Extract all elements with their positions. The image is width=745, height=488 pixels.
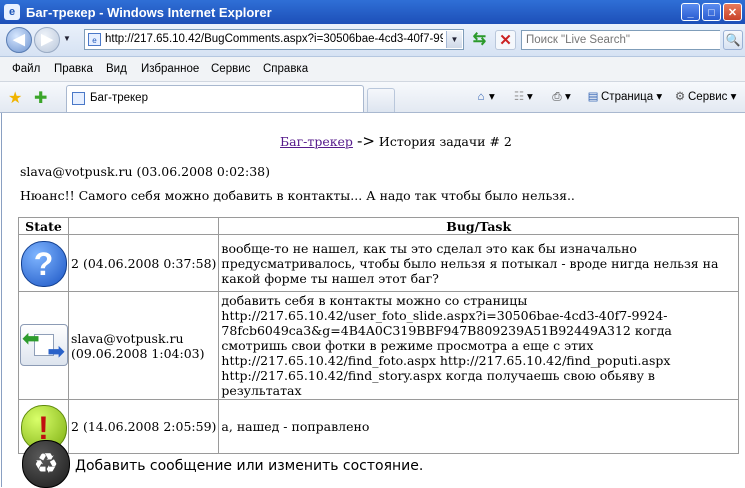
row-date: (14.06.2008 2:05:59) — [82, 419, 217, 434]
search-input[interactable] — [522, 31, 720, 49]
state-cell: ? — [18, 234, 69, 292]
recent-pages-dropdown-icon[interactable]: ▼ — [63, 34, 71, 43]
row-date: (09.06.2008 1:04:03) — [71, 345, 205, 361]
breadcrumb-link[interactable]: Баг-трекер — [280, 134, 353, 149]
breadcrumb-current: История задачи # 2 — [378, 134, 512, 149]
refresh-icon[interactable]: ⇆ — [469, 30, 490, 50]
tab-label: Баг-трекер — [90, 92, 148, 104]
comment-cell: вообще-то не нашел, как ты это сделал эт… — [218, 234, 739, 292]
home-button[interactable]: ⌂ ▾ — [473, 89, 495, 103]
page-menu-icon: ▤ — [587, 91, 599, 103]
state-cell: ⬅ ➡ — [18, 291, 69, 400]
feeds-button[interactable]: ☷ ▾ — [511, 89, 533, 103]
breadcrumb-arrow: -> — [356, 132, 375, 150]
navigation-bar: ◀ ▶ ▼ e http://217.65.10.42/BugComments.… — [0, 24, 745, 57]
comment-cell: добавить себя в контакты можно со страни… — [218, 291, 739, 400]
page-menu-button[interactable]: ▤ Страница ▾ — [585, 89, 663, 103]
menu-bar: Файл Правка Вид Избранное Сервис Справка — [0, 57, 745, 82]
column-header-state: State — [18, 217, 69, 235]
task-author-line: slava@votpusk.ru (03.06.2008 0:02:38) — [20, 164, 270, 179]
minimize-button[interactable]: _ — [681, 3, 700, 21]
table-row: ! 2 (14.06.2008 2:05:59) а, нашед - попр… — [18, 399, 739, 454]
column-header-author — [67, 217, 220, 235]
menu-help[interactable]: Справка — [263, 63, 308, 75]
maximize-button[interactable]: □ — [702, 3, 721, 21]
address-input[interactable]: http://217.65.10.42/BugComments.aspx?i=3… — [105, 33, 443, 45]
stop-icon[interactable]: ✕ — [495, 30, 516, 50]
back-button[interactable]: ◀ — [6, 27, 32, 53]
table-row: ⬅ ➡ slava@votpusk.ru (09.06.2008 1:04:03) … — [18, 291, 739, 400]
row-date: (04.06.2008 0:37:58) — [82, 255, 217, 271]
search-icon[interactable]: 🔍 — [723, 30, 743, 50]
menu-edit[interactable]: Правка — [54, 63, 93, 75]
transfer-icon: ⬅ ➡ — [19, 324, 68, 366]
close-button[interactable]: ✕ — [723, 3, 742, 21]
menu-view[interactable]: Вид — [106, 63, 127, 75]
table-row: ? 2 (04.06.2008 0:37:58) вообще-то не на… — [18, 234, 739, 292]
window-title: Баг-трекер - Windows Internet Explorer — [26, 5, 272, 20]
menu-favorites[interactable]: Избранное — [141, 63, 199, 75]
address-dropdown-icon[interactable]: ▼ — [446, 31, 462, 48]
breadcrumb: Баг-трекер -> История задачи # 2 — [280, 132, 512, 150]
tab-bug-tracker[interactable]: Баг-трекер — [66, 85, 364, 112]
question-icon: ? — [20, 241, 67, 287]
print-button[interactable]: ⎙ ▾ — [549, 89, 570, 104]
printer-icon: ⎙ — [552, 91, 562, 103]
recycle-icon[interactable]: ♻ — [22, 440, 70, 488]
forward-button[interactable]: ▶ — [34, 27, 60, 53]
page-content: Баг-трекер -> История задачи # 2 slava@vot… — [1, 113, 745, 488]
task-author: slava@votpusk.ru — [20, 164, 133, 179]
row-author: 2 — [71, 419, 79, 434]
add-favorite-icon[interactable]: ✚ — [34, 88, 47, 108]
new-tab-button[interactable] — [367, 88, 395, 112]
add-comment-link[interactable]: Добавить сообщение или изменить состояни… — [75, 458, 423, 474]
comment-cell: а, нашед - поправлено — [218, 399, 739, 454]
author-cell: 2 (04.06.2008 0:37:58) — [67, 234, 220, 292]
menu-file[interactable]: Файл — [12, 63, 40, 75]
search-box[interactable] — [521, 30, 720, 50]
tab-bar: ★ ✚ Баг-трекер ⌂ ▾ ☷ ▾ ⎙ ▾ ▤ Страница ▾ ⚙ Сер… — [0, 82, 745, 113]
page-icon: e — [88, 33, 101, 46]
tools-menu-button[interactable]: ⚙ Сервис ▾ — [672, 89, 737, 103]
tab-page-icon — [72, 92, 85, 105]
favorites-star-icon[interactable]: ★ — [8, 88, 22, 108]
history-table: State Bug/Task ? 2 (04.06.2008 0:37:58) … — [18, 217, 739, 454]
gear-icon: ⚙ — [674, 91, 686, 103]
feed-icon: ☷ — [513, 91, 525, 103]
task-description: Нюанс!! Самого себя можно добавить в кон… — [20, 188, 575, 203]
author-cell: slava@votpusk.ru (09.06.2008 1:04:03) — [67, 291, 220, 400]
page-menu-label: Страница — [601, 91, 654, 103]
row-author: 2 — [71, 255, 79, 271]
menu-tools[interactable]: Сервис — [211, 63, 250, 75]
author-cell: 2 (14.06.2008 2:05:59) — [67, 399, 220, 454]
table-header-row: State Bug/Task — [18, 217, 739, 235]
home-icon: ⌂ — [477, 91, 485, 103]
address-bar[interactable]: e http://217.65.10.42/BugComments.aspx?i… — [84, 29, 464, 50]
tools-menu-label: Сервис — [688, 91, 728, 103]
column-header-bug-task: Bug/Task — [218, 217, 739, 235]
title-bar: e Баг-трекер - Windows Internet Explorer… — [0, 0, 745, 24]
task-date: (03.06.2008 0:02:38) — [136, 164, 270, 179]
row-author: slava@votpusk.ru — [71, 330, 184, 346]
ie-page-icon: e — [4, 4, 20, 20]
